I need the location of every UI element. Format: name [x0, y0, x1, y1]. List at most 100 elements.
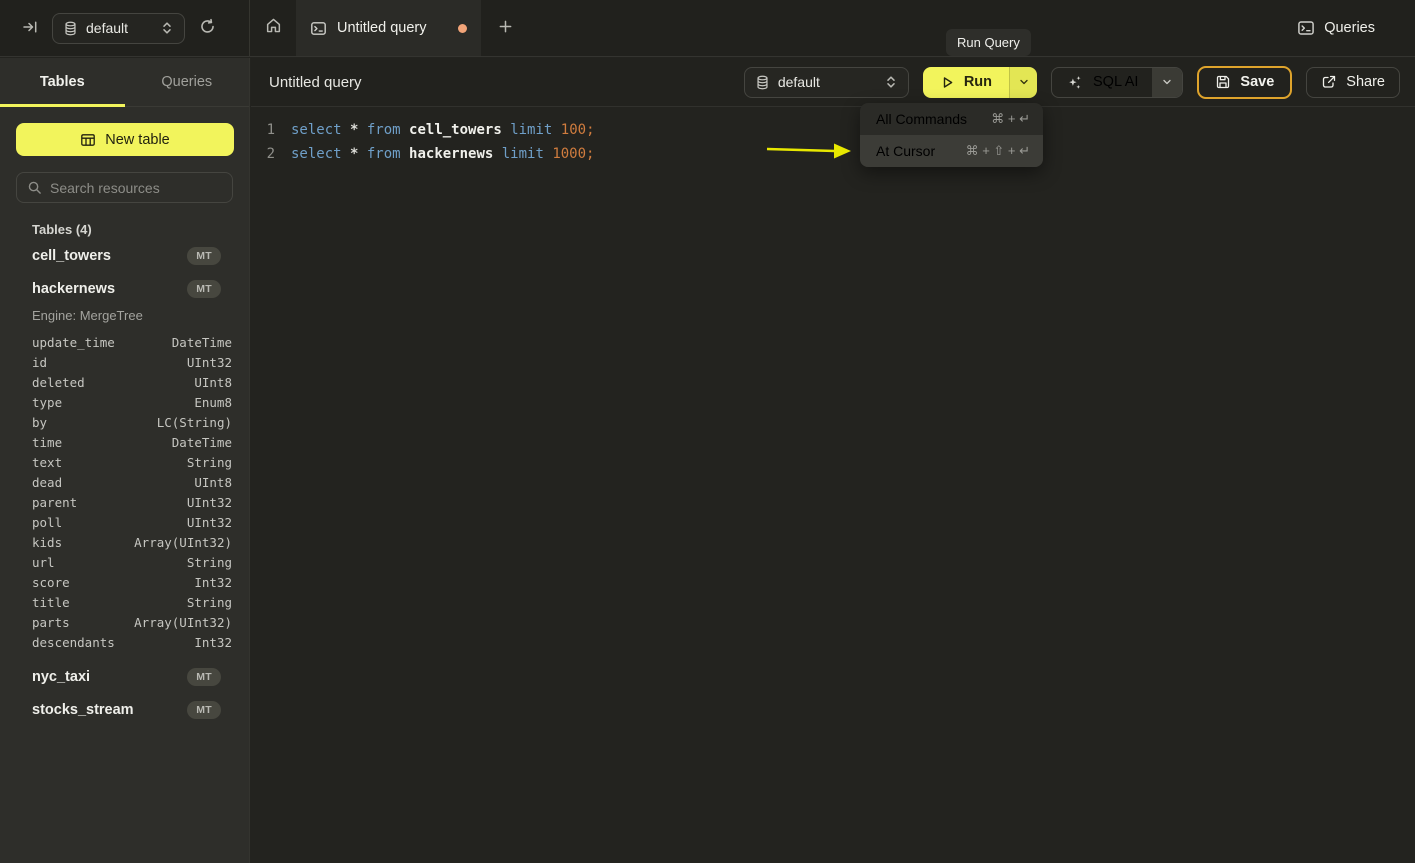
column-name: poll	[32, 515, 62, 530]
column-name: by	[32, 415, 47, 430]
column-row: descendantsInt32	[0, 632, 249, 652]
code-token: from	[367, 146, 409, 162]
line-number: 1	[251, 122, 275, 138]
table-row[interactable]: hackernewsMT	[0, 272, 249, 305]
column-type: DateTime	[172, 335, 232, 350]
table-engine-label: Engine: MergeTree	[0, 305, 249, 326]
column-name: title	[32, 595, 70, 610]
table-name: stocks_stream	[32, 702, 187, 718]
terminal-icon	[310, 20, 327, 37]
sidebar: TablesQueries New table Tables (4) cell_…	[0, 58, 250, 863]
code-area: 1 select * from cell_towers limit 100; 2 se…	[251, 118, 1415, 166]
chevron-down-icon	[1161, 76, 1173, 88]
sidebar-tabs: TablesQueries	[0, 58, 249, 107]
column-row: kids Array(UInt32)	[0, 532, 249, 552]
sidebar-tab-queries[interactable]: Queries	[125, 58, 250, 106]
app-window: default Untitled query	[0, 0, 1415, 863]
column-row: type Enum8	[0, 392, 249, 412]
code-token: *	[350, 122, 367, 138]
code-token: 100	[561, 122, 586, 138]
tab-label: Untitled query	[337, 20, 448, 36]
share-button-label: Share	[1346, 74, 1385, 90]
queries-button[interactable]: Queries	[1297, 19, 1375, 37]
column-name: type	[32, 395, 62, 410]
chevron-down-icon	[1018, 76, 1030, 88]
column-name: id	[32, 355, 47, 370]
new-tab-button[interactable]	[481, 0, 529, 56]
code-text: select * from cell_towers limit 100;	[291, 122, 595, 138]
column-row: timeDateTime	[0, 432, 249, 452]
run-query-tooltip: Run Query	[946, 29, 1031, 56]
line-number: 2	[251, 146, 275, 162]
engine-badge: MT	[187, 701, 221, 719]
new-table-label: New table	[105, 132, 169, 148]
new-table-button[interactable]: New table	[16, 123, 234, 156]
sql-ai-caret-button[interactable]	[1152, 68, 1182, 97]
column-name: score	[32, 575, 70, 590]
tab-untitled-query[interactable]: Untitled query	[296, 0, 481, 56]
code-token: limit	[502, 146, 553, 162]
code-token: select	[291, 146, 350, 162]
home-tab[interactable]	[250, 0, 296, 56]
main-panel: Untitled query default Run	[251, 58, 1415, 863]
database-icon	[756, 75, 769, 90]
chevron-up-down-icon	[161, 21, 173, 35]
column-row: by LC(String)	[0, 412, 249, 432]
sidebar-tab-tables[interactable]: Tables	[0, 58, 125, 106]
queries-button-label: Queries	[1324, 20, 1375, 36]
column-name: dead	[32, 475, 62, 490]
code-text: select * from hackernews limit 1000;	[291, 146, 594, 162]
code-line[interactable]: 1 select * from cell_towers limit 100;	[251, 118, 1415, 142]
run-options-caret-button[interactable]	[1009, 67, 1037, 98]
search-icon	[27, 180, 42, 195]
run-menu-item-at-cursor[interactable]: At Cursor⌘ + ⇧ + ↵	[860, 135, 1043, 167]
run-menu-item-all-commands[interactable]: All Commands⌘ + ↵	[860, 103, 1043, 135]
column-row: deletedUInt8	[0, 372, 249, 392]
database-selector-value: default	[86, 20, 152, 36]
query-title: Untitled query	[269, 74, 362, 91]
column-type: Enum8	[194, 395, 232, 410]
share-button[interactable]: Share	[1306, 67, 1400, 98]
top-bar: default Untitled query	[0, 0, 1415, 57]
run-button[interactable]: Run	[923, 67, 1009, 98]
sql-ai-label: SQL AI	[1093, 74, 1138, 90]
column-row: score Int32	[0, 572, 249, 592]
table-grid-icon	[80, 132, 96, 148]
home-icon	[265, 17, 282, 39]
plus-icon	[498, 17, 513, 40]
sql-ai-button-group: SQL AI	[1051, 67, 1183, 98]
column-row: dead UInt8	[0, 472, 249, 492]
column-row: update_timeDateTime	[0, 332, 249, 352]
sql-editor[interactable]: 1 select * from cell_towers limit 100; 2 se…	[251, 108, 1415, 863]
toolbar-database-selector[interactable]: default	[744, 67, 909, 98]
search-box	[16, 172, 233, 203]
code-line[interactable]: 2 select * from hackernews limit 1000;	[251, 142, 1415, 166]
table-row[interactable]: cell_towersMT	[0, 239, 249, 272]
refresh-button[interactable]	[199, 18, 216, 38]
column-name: parent	[32, 495, 77, 510]
column-type: UInt32	[187, 355, 232, 370]
code-token: *	[350, 146, 367, 162]
unsaved-indicator-dot	[458, 24, 467, 33]
save-button[interactable]: Save	[1197, 66, 1292, 99]
table-row[interactable]: nyc_taxiMT	[0, 660, 249, 693]
column-type: Array(UInt32)	[134, 535, 232, 550]
database-selector[interactable]: default	[52, 13, 185, 44]
query-toolbar: Untitled query default Run	[251, 58, 1415, 107]
search-input[interactable]	[50, 180, 231, 196]
column-type: Int32	[194, 575, 232, 590]
menu-item-label: At Cursor	[876, 143, 935, 159]
sparkles-icon	[1066, 74, 1083, 91]
column-name: url	[32, 555, 55, 570]
column-type: UInt8	[194, 475, 232, 490]
column-type: LC(String)	[157, 415, 232, 430]
collapse-sidebar-button[interactable]	[22, 19, 38, 38]
column-type: String	[187, 595, 232, 610]
toolbar-database-value: default	[778, 74, 876, 90]
menu-item-shortcut: ⌘ + ↵	[991, 111, 1030, 127]
arrow-to-line-icon	[22, 19, 38, 38]
table-row[interactable]: stocks_streamMT	[0, 693, 249, 726]
column-name: kids	[32, 535, 62, 550]
sql-ai-button[interactable]: SQL AI	[1052, 68, 1152, 97]
code-token: hackernews	[409, 146, 502, 162]
